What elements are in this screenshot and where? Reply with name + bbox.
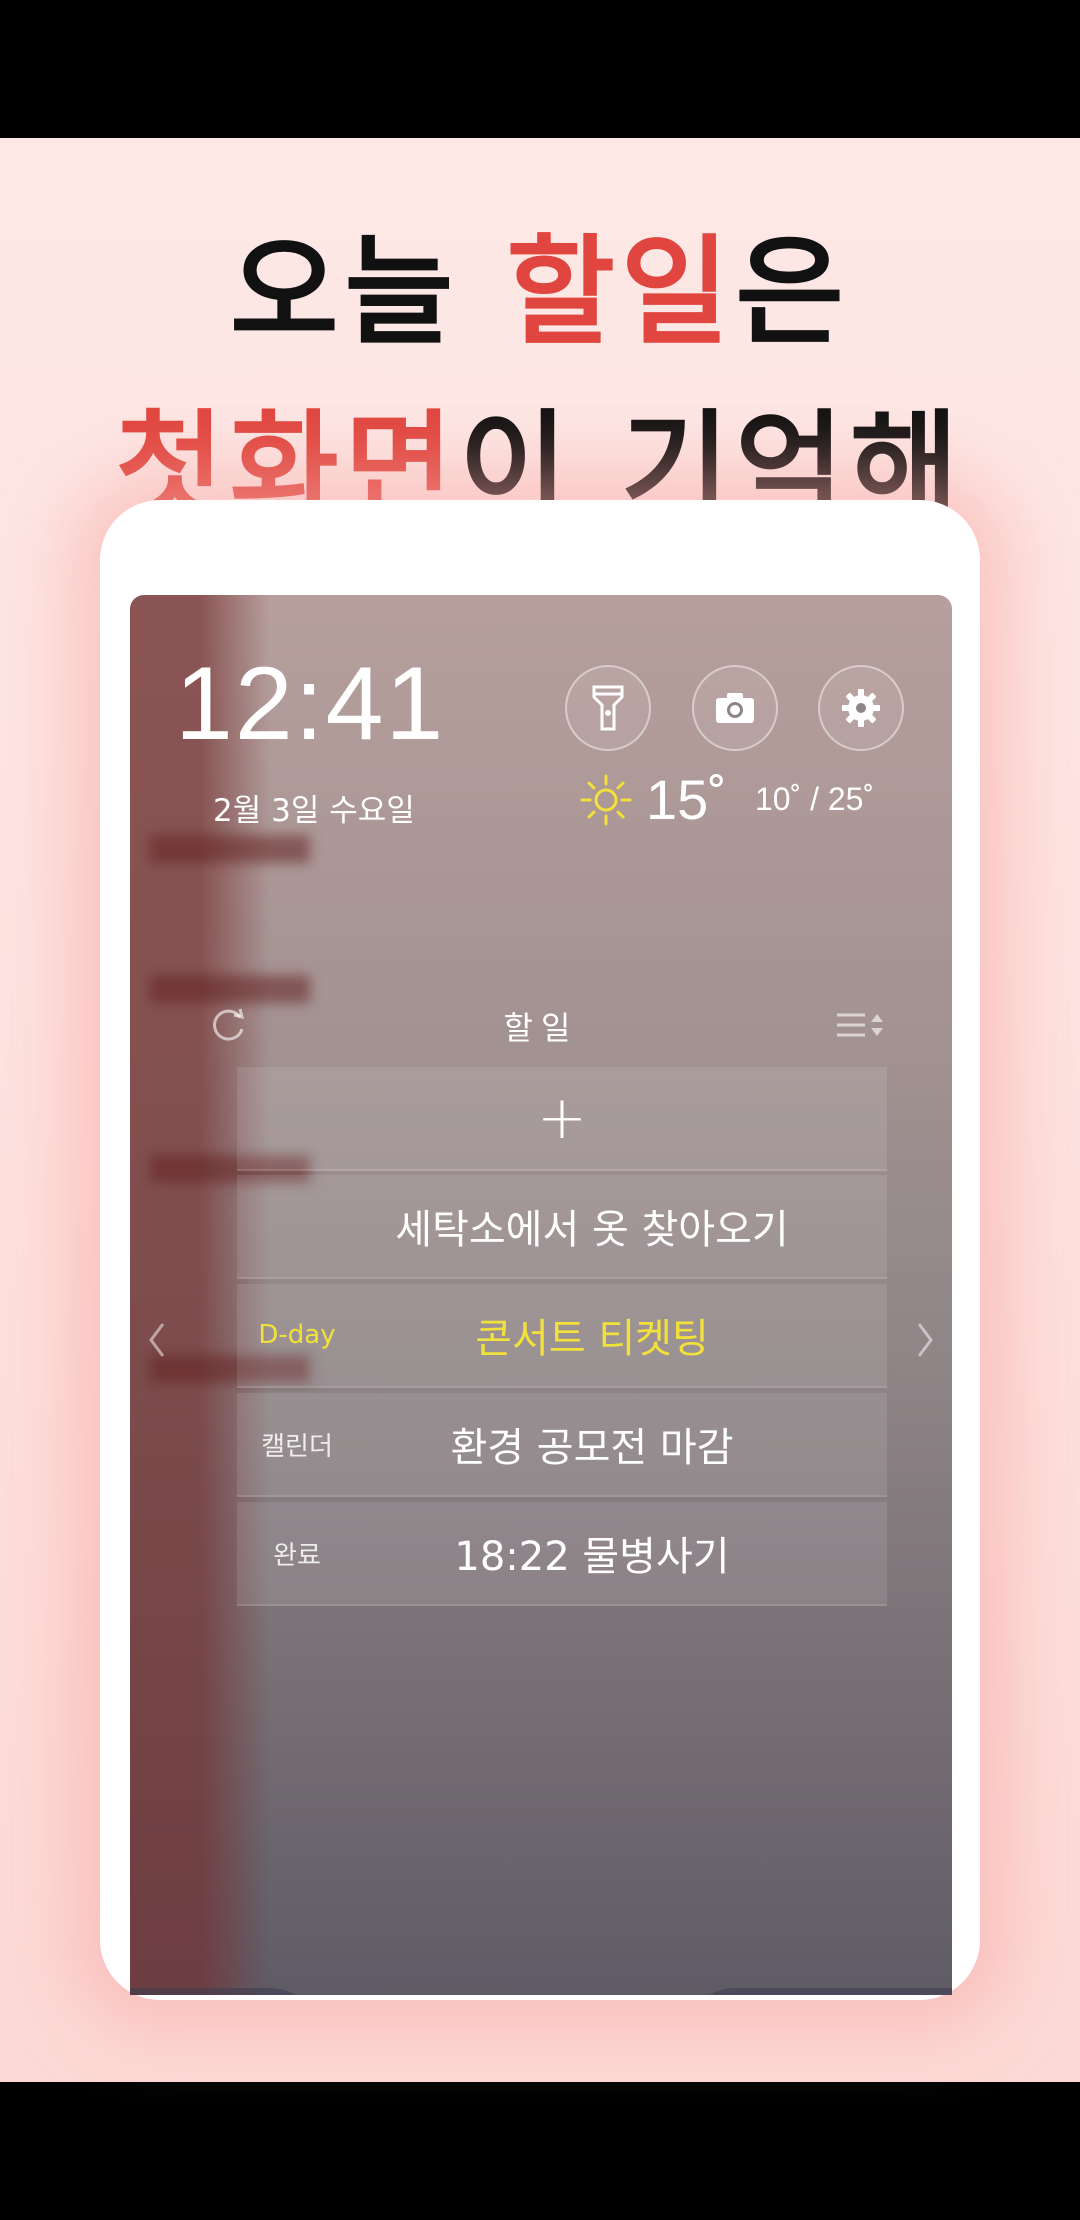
chevron-right-icon (917, 1323, 933, 1357)
todo-item-text: 세탁소에서 옷 찾아오기 (395, 1207, 789, 1253)
todo-item-text: 환경 공모전 마감 (450, 1425, 734, 1471)
lockscreen: 12:41 2월 3일 수요일 15˚ 10˚ / 25˚ 할일 + 세탁소에서… (130, 595, 952, 1995)
weather-temperature: 15˚ (646, 768, 727, 831)
chevron-left-icon (149, 1323, 165, 1357)
sort-icon[interactable] (835, 1009, 887, 1043)
todo-title: 할일 (503, 1009, 579, 1047)
unlock-shortcut-bg (685, 1988, 952, 1995)
next-page-button[interactable] (910, 1310, 940, 1370)
prev-page-button[interactable] (142, 1310, 172, 1370)
todo-item[interactable]: 세탁소에서 옷 찾아오기 (237, 1175, 887, 1279)
calendar-shortcut-bg (130, 1988, 320, 1995)
headline-highlight: 할일 (506, 223, 736, 361)
todo-item[interactable]: 캘린더 환경 공모전 마감 (237, 1393, 887, 1497)
clock-date: 2월 3일 수요일 (213, 793, 415, 829)
add-todo-button[interactable]: + (237, 1067, 887, 1171)
headline-text: 오늘 (230, 223, 507, 361)
camera-button[interactable] (692, 665, 778, 751)
flashlight-icon (592, 685, 624, 731)
gear-icon (842, 689, 880, 727)
promo-headline-line1: 오늘 할일은 (0, 233, 1080, 351)
sun-icon (580, 774, 632, 825)
todo-item[interactable]: D-day 콘서트 티켓팅 (237, 1284, 887, 1388)
camera-icon (716, 693, 754, 723)
weather-widget: 15˚ 10˚ / 25˚ (580, 767, 874, 832)
headline-text: 은 (735, 223, 850, 361)
settings-button[interactable] (818, 665, 904, 751)
todo-item[interactable]: 완료 18:22 물병사기 (237, 1502, 887, 1606)
background-bridge (150, 835, 310, 863)
add-icon: + (536, 1083, 588, 1153)
clock-time: 12:41 (175, 646, 446, 762)
weather-range: 10˚ / 25˚ (754, 781, 875, 817)
todo-item-text: 콘서트 티켓팅 (475, 1316, 709, 1362)
flashlight-button[interactable] (565, 665, 651, 751)
todo-item-text: 18:22 물병사기 (454, 1534, 730, 1580)
todo-header: 할일 (130, 995, 952, 1055)
